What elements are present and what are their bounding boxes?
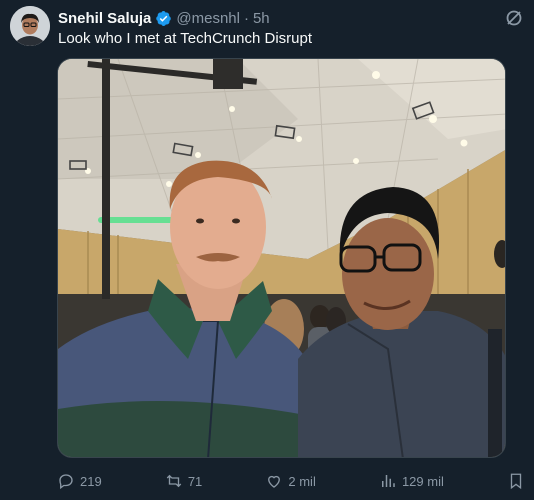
grok-icon[interactable] — [504, 8, 524, 28]
views-icon — [381, 475, 395, 487]
separator-dot: · — [243, 9, 249, 27]
bookmark-button[interactable] — [507, 472, 525, 490]
heart-icon — [268, 475, 281, 488]
like-count: 2 mil — [288, 473, 316, 489]
reply-count: 219 — [80, 473, 102, 489]
reply-icon — [59, 474, 73, 490]
repost-count: 71 — [187, 473, 203, 489]
tweet-header: Snehil Saluja @mesnhl · 5h — [58, 9, 270, 27]
author-name[interactable]: Snehil Saluja — [58, 10, 151, 27]
repost-icon — [166, 474, 182, 488]
repost-button[interactable]: 71 — [165, 472, 202, 490]
timestamp[interactable]: 5h — [253, 10, 270, 27]
bookmark-icon — [510, 473, 522, 490]
views-button[interactable]: 129 mil — [379, 472, 444, 490]
author-handle[interactable]: @mesnhl — [176, 10, 240, 27]
tweet-card[interactable]: Snehil Saluja @mesnhl · 5h Look who I me… — [0, 0, 534, 500]
tweet-photo[interactable] — [57, 58, 506, 458]
tweet-text: Look who I met at TechCrunch Disrupt — [58, 30, 313, 47]
views-count: 129 mil — [401, 473, 444, 489]
tweet-actions: 219 71 2 mil 129 mil — [57, 469, 525, 493]
reply-button[interactable]: 219 — [57, 472, 102, 490]
like-button[interactable]: 2 mil — [265, 472, 316, 490]
avatar[interactable] — [10, 6, 50, 46]
verified-badge-icon — [155, 10, 172, 27]
